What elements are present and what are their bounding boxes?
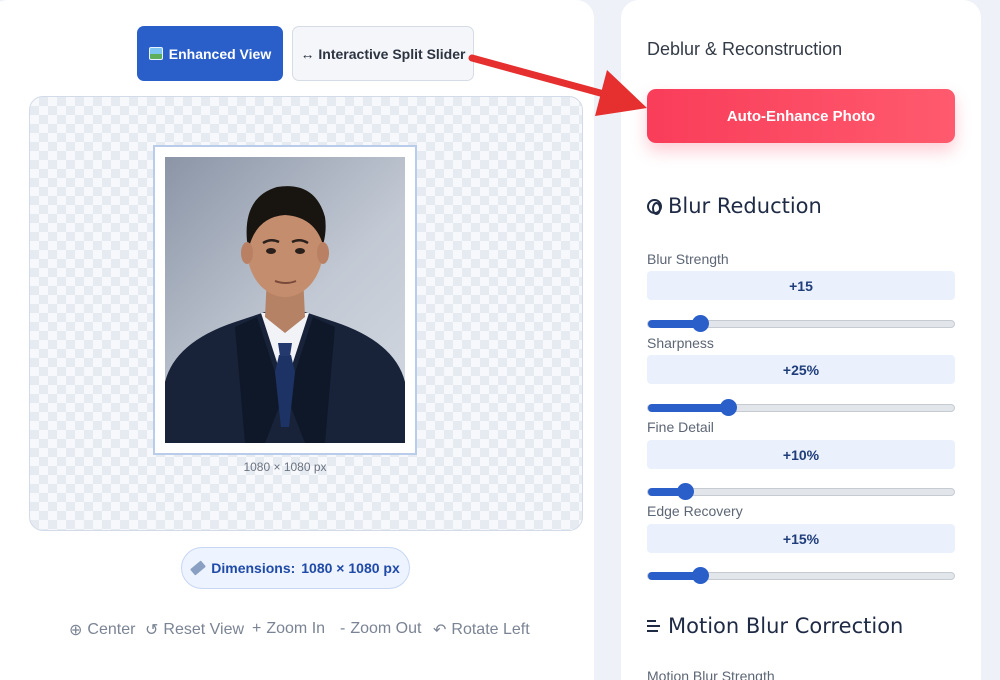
plus-icon: +	[252, 620, 262, 637]
fine-detail-label: Fine Detail	[647, 419, 714, 435]
slider-thumb[interactable]	[676, 483, 694, 500]
edge-recovery-value: +15%	[647, 524, 955, 553]
slider-thumb[interactable]	[692, 315, 710, 332]
blur-reduction-title: Blur Reduction	[668, 194, 822, 218]
blur-strength-slider[interactable]	[647, 315, 955, 332]
enhanced-view-button[interactable]: Enhanced View	[137, 26, 283, 81]
view-toolbar: ⊕ Center ↺ Reset View + Zoom In - Zoom O…	[0, 620, 600, 644]
edge-recovery-slider[interactable]	[647, 567, 955, 584]
motion-strength-label: Motion Blur Strength	[647, 668, 775, 680]
zoom-in-button[interactable]: + Zoom In	[252, 620, 325, 638]
slider-thumb[interactable]	[692, 567, 710, 584]
motion-blur-title: Motion Blur Correction	[668, 614, 904, 638]
blur-strength-label: Blur Strength	[647, 251, 729, 267]
rotate-left-icon: ↶	[433, 622, 447, 639]
blur-strength-value: +15	[647, 271, 955, 300]
image-canvas[interactable]: 1080 × 1080 px	[29, 96, 583, 531]
dimensions-badge: Dimensions: 1080 × 1080 px	[181, 547, 410, 589]
ruler-icon	[190, 560, 207, 576]
slider-fill	[648, 404, 728, 412]
zoom-in-label: Zoom In	[266, 620, 326, 637]
rotate-left-button[interactable]: ↶ Rotate Left	[433, 620, 530, 640]
edge-recovery-label: Edge Recovery	[647, 503, 743, 519]
auto-enhance-button[interactable]: Auto-Enhance Photo	[647, 89, 955, 143]
reset-view-label: Reset View	[163, 621, 245, 638]
zoom-out-label: Zoom Out	[350, 620, 422, 637]
portrait-photo	[165, 157, 405, 443]
center-button[interactable]: ⊕ Center	[69, 620, 135, 640]
dimensions-label: Dimensions:	[211, 560, 296, 576]
sharpness-label: Sharpness	[647, 335, 714, 351]
picture-icon	[148, 47, 163, 60]
center-label: Center	[87, 621, 136, 638]
reset-icon: ↺	[145, 622, 159, 639]
minus-icon: -	[340, 620, 346, 637]
split-slider-button[interactable]: ↔ Interactive Split Slider	[292, 26, 474, 81]
zoom-out-button[interactable]: - Zoom Out	[340, 620, 421, 638]
motion-blur-heading: Motion Blur Correction	[647, 614, 903, 638]
fine-detail-slider[interactable]	[647, 483, 955, 500]
photo-frame	[153, 145, 417, 455]
image-size-caption: 1080 × 1080 px	[243, 460, 327, 474]
align-lines-icon	[647, 620, 660, 632]
dimensions-value: 1080 × 1080 px	[301, 560, 400, 576]
reset-view-button[interactable]: ↺ Reset View	[145, 620, 244, 640]
panel-title: Deblur & Reconstruction	[647, 39, 843, 59]
blur-reduction-heading: Blur Reduction	[647, 194, 822, 218]
enhanced-view-label: Enhanced View	[168, 45, 272, 62]
split-slider-label: ↔ Interactive Split Slider	[300, 45, 466, 62]
slider-thumb[interactable]	[719, 399, 737, 416]
fine-detail-value: +10%	[647, 440, 955, 469]
blur-circle-icon	[647, 198, 662, 215]
sharpness-slider[interactable]	[647, 399, 955, 416]
rotate-left-label: Rotate Left	[451, 621, 530, 638]
crosshair-icon: ⊕	[69, 622, 83, 639]
sharpness-value: +25%	[647, 355, 955, 384]
